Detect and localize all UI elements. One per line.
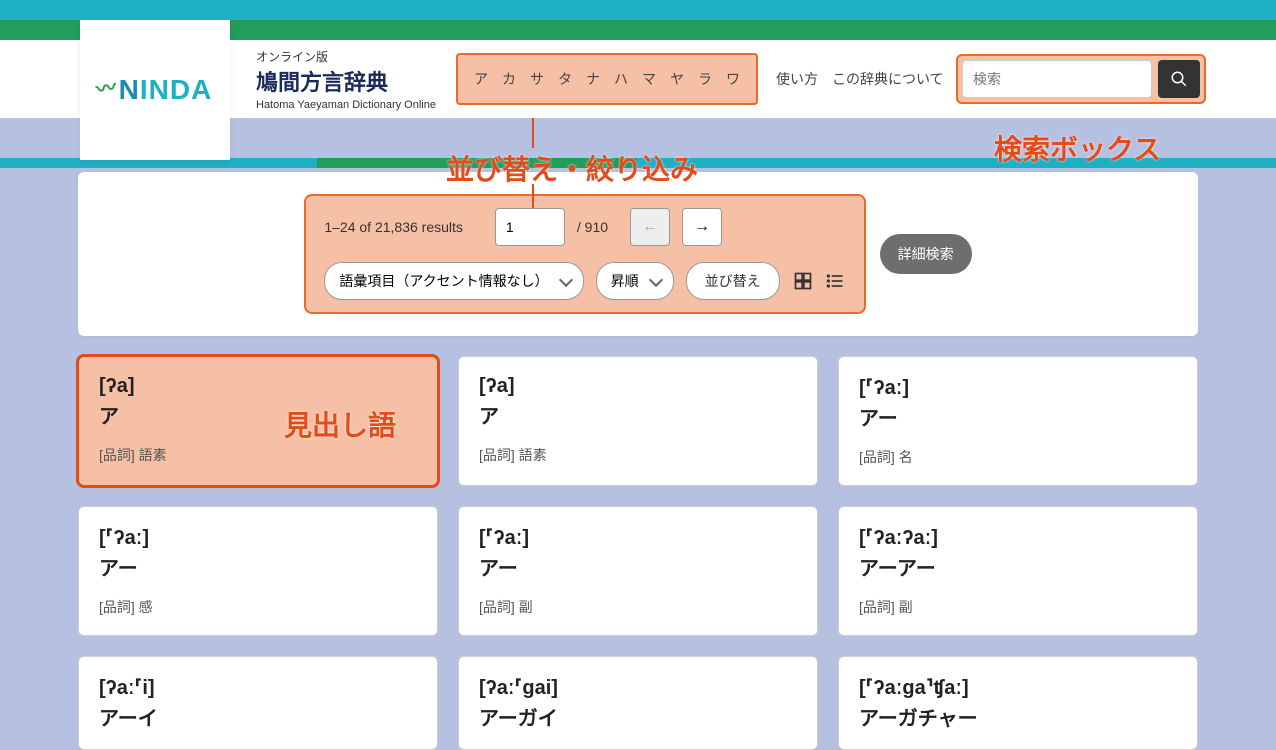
- entry-card[interactable]: [ʔaː⸢i] アーイ: [78, 656, 438, 750]
- entry-card[interactable]: [⸢ʔaːga⸣ʧaː] アーガチャー: [838, 656, 1198, 750]
- entry-ipa: [ʔaː⸢i]: [99, 675, 417, 700]
- grid-view-icon[interactable]: [792, 270, 814, 292]
- kana-nav-item[interactable]: ラ: [698, 69, 712, 89]
- kana-nav-item[interactable]: ハ: [614, 69, 628, 89]
- callout-entry: 見出し語: [284, 404, 396, 444]
- entry-ipa: [ʔa]: [99, 375, 417, 398]
- entry-kana: アー: [859, 402, 1177, 431]
- search-button[interactable]: [1158, 60, 1200, 98]
- nav-about[interactable]: この辞典について: [832, 69, 944, 89]
- entry-kana: アーアー: [859, 552, 1177, 581]
- sort-apply-button[interactable]: 並び替え: [686, 262, 780, 300]
- controls: 1–24 of 21,836 results / 910 ← → 語彙項目（アク…: [304, 194, 865, 314]
- entry-kana: アーイ: [99, 702, 417, 731]
- next-page-button[interactable]: →: [682, 208, 722, 246]
- kana-nav: ア カ サ タ ナ ハ マ ヤ ラ ワ: [456, 53, 758, 105]
- kana-nav-item[interactable]: ヤ: [670, 69, 684, 89]
- entry-pos: [品詞] 名: [859, 447, 1177, 467]
- callout-sort: 並び替え・絞り込み: [446, 148, 698, 188]
- header: オンライン版 鳩間方言辞典 Hatoma Yaeyaman Dictionary…: [0, 40, 1276, 118]
- entry-pos: [品詞] 副: [479, 597, 797, 617]
- list-view-icon[interactable]: [824, 270, 846, 292]
- sort-row: 語彙項目（アクセント情報なし） 昇順 並び替え: [324, 262, 845, 300]
- kana-nav-item[interactable]: サ: [530, 69, 544, 89]
- logo-text: 〰NINDA: [98, 74, 213, 106]
- entry-ipa: [ʔaː⸢gai]: [479, 675, 797, 700]
- entry-card[interactable]: [⸢ʔaː] アー [品詞] 名: [838, 356, 1198, 486]
- results-count: 1–24 of 21,836 results: [324, 219, 463, 235]
- entry-pos: [品詞] 語素: [99, 445, 417, 465]
- entry-kana: ア: [479, 400, 797, 429]
- total-pages: / 910: [577, 219, 608, 235]
- entry-ipa: [⸢ʔaː]: [859, 375, 1177, 400]
- sort-field-select[interactable]: 語彙項目（アクセント情報なし）: [324, 262, 583, 300]
- entry-kana: アーガイ: [479, 702, 797, 731]
- entry-ipa: [⸢ʔaː]: [99, 525, 417, 550]
- entry-kana: アー: [99, 552, 417, 581]
- page-number-input[interactable]: [495, 208, 565, 246]
- logo[interactable]: 〰NINDA: [80, 20, 230, 160]
- nav-links: 使い方 この辞典について: [776, 69, 944, 89]
- kana-nav-item[interactable]: カ: [502, 69, 516, 89]
- entries-grid: [ʔa] ア [品詞] 語素 [ʔa] ア [品詞] 語素 [⸢ʔaː] アー …: [78, 356, 1198, 750]
- pagination-row: 1–24 of 21,836 results / 910 ← →: [324, 208, 845, 246]
- entry-ipa: [⸢ʔaː]: [479, 525, 797, 550]
- kana-nav-item[interactable]: ナ: [586, 69, 600, 89]
- controls-wrap: 1–24 of 21,836 results / 910 ← → 語彙項目（アク…: [100, 194, 1176, 314]
- site-title-main: 鳩間方言辞典: [256, 65, 436, 97]
- search-box: [956, 54, 1206, 104]
- sort-order-select[interactable]: 昇順: [596, 262, 674, 300]
- entry-card[interactable]: [ʔaː⸢gai] アーガイ: [458, 656, 818, 750]
- entry-pos: [品詞] 語素: [479, 445, 797, 465]
- entry-card[interactable]: [ʔa] ア [品詞] 語素: [458, 356, 818, 486]
- callout-connector: [532, 118, 534, 148]
- entry-card[interactable]: [⸢ʔaː] アー [品詞] 感: [78, 506, 438, 636]
- callout-search: 検索ボックス: [994, 128, 1161, 168]
- entry-pos: [品詞] 感: [99, 597, 417, 617]
- entry-ipa: [⸢ʔaːʔaː]: [859, 525, 1177, 550]
- advanced-search-button[interactable]: 詳細検索: [880, 234, 972, 274]
- site-title-en: Hatoma Yaeyaman Dictionary Online: [256, 99, 436, 111]
- kana-nav-item[interactable]: タ: [558, 69, 572, 89]
- kana-nav-item[interactable]: ワ: [726, 69, 740, 89]
- entry-card[interactable]: [⸢ʔaː] アー [品詞] 副: [458, 506, 818, 636]
- view-toggle: [792, 270, 846, 292]
- entry-kana: アー: [479, 552, 797, 581]
- prev-page-button[interactable]: ←: [630, 208, 670, 246]
- entry-card[interactable]: [⸢ʔaːʔaː] アーアー [品詞] 副: [838, 506, 1198, 636]
- site-title-sub: オンライン版: [256, 48, 436, 65]
- site-title: オンライン版 鳩間方言辞典 Hatoma Yaeyaman Dictionary…: [256, 48, 436, 111]
- entry-pos: [品詞] 副: [859, 597, 1177, 617]
- search-input[interactable]: [962, 60, 1152, 98]
- top-accent-bar: [0, 0, 1276, 20]
- leaf-icon: 〰: [93, 70, 119, 102]
- results-panel: 1–24 of 21,836 results / 910 ← → 語彙項目（アク…: [78, 172, 1198, 336]
- accent-stripe: [637, 158, 1276, 168]
- nav-usage[interactable]: 使い方: [776, 69, 818, 89]
- search-icon: [1170, 70, 1188, 88]
- entry-kana: アーガチャー: [859, 702, 1177, 731]
- kana-nav-item[interactable]: マ: [642, 69, 656, 89]
- kana-nav-item[interactable]: ア: [474, 69, 488, 89]
- entry-ipa: [ʔa]: [479, 375, 797, 398]
- entry-ipa: [⸢ʔaːga⸣ʧaː]: [859, 675, 1177, 700]
